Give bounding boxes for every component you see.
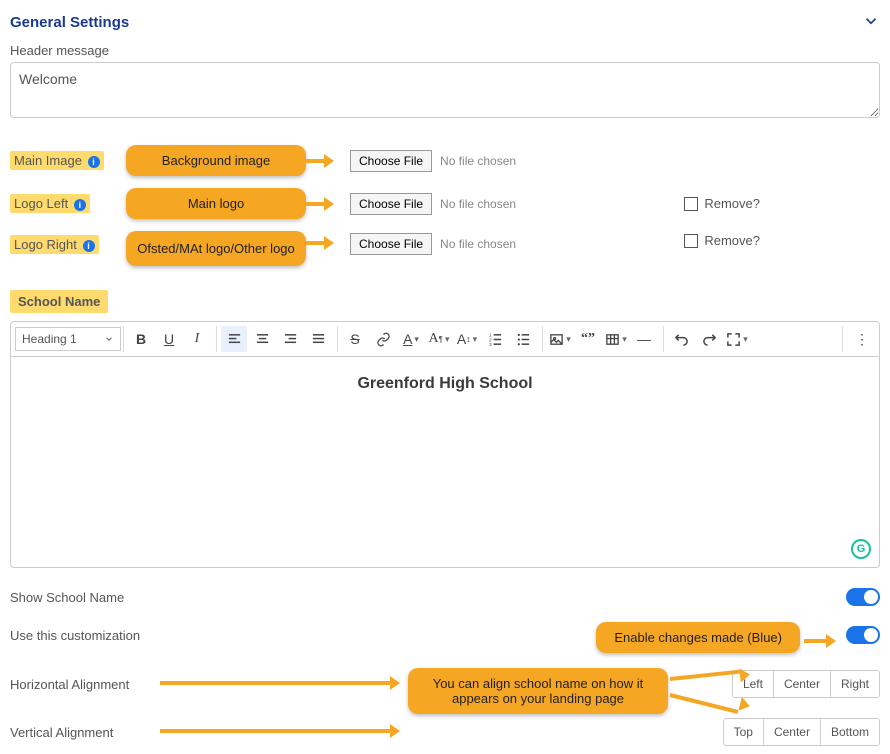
grammarly-icon[interactable]: G [851, 539, 871, 559]
callout-enable: Enable changes made (Blue) [596, 622, 800, 653]
expand-button[interactable]: ▾ [724, 326, 750, 352]
header-message-input[interactable] [10, 62, 880, 118]
section-header: General Settings [10, 8, 880, 43]
align-left-button[interactable] [221, 326, 247, 352]
heading-select[interactable]: Heading 1 [15, 327, 121, 351]
arrow-icon [306, 236, 334, 250]
more-button[interactable]: ⋮ [849, 326, 875, 352]
undo-button[interactable] [668, 326, 694, 352]
main-image-label: Main Image i [10, 151, 104, 170]
choose-file-logo-right[interactable]: Choose File [350, 233, 432, 255]
align-justify-button[interactable] [305, 326, 331, 352]
rich-text-editor: Heading 1 B U I S A▾ A¶▾ A↕▾ 123 ▾ “” ▾ [10, 321, 880, 568]
callout-other-logo: Ofsted/MAt logo/Other logo [126, 231, 306, 266]
h-align-center[interactable]: Center [773, 671, 830, 697]
v-align-center[interactable]: Center [763, 719, 820, 745]
v-align-bottom[interactable]: Bottom [820, 719, 879, 745]
show-school-name-toggle[interactable] [846, 588, 880, 606]
vertical-alignment-group: Top Center Bottom [723, 718, 880, 746]
underline-button[interactable]: U [156, 326, 182, 352]
arrow-icon [670, 688, 750, 702]
quote-button[interactable]: “” [575, 326, 601, 352]
arrow-icon [160, 676, 400, 690]
numbered-list-button[interactable]: 123 [482, 326, 508, 352]
editor-content: Greenford High School [29, 375, 861, 393]
arrow-icon [670, 672, 750, 686]
info-icon[interactable]: i [74, 199, 86, 211]
bold-button[interactable]: B [128, 326, 154, 352]
link-button[interactable] [370, 326, 396, 352]
hr-button[interactable]: ― [631, 326, 657, 352]
italic-button[interactable]: I [184, 326, 210, 352]
v-align-top[interactable]: Top [724, 719, 763, 745]
table-button[interactable]: ▾ [603, 326, 629, 352]
image-button[interactable]: ▾ [547, 326, 573, 352]
vertical-alignment-label: Vertical Alignment [10, 725, 113, 740]
bullet-list-button[interactable] [510, 326, 536, 352]
align-center-button[interactable] [249, 326, 275, 352]
collapse-icon[interactable] [862, 12, 880, 33]
strikethrough-button[interactable]: S [342, 326, 368, 352]
horizontal-alignment-group: Left Center Right [732, 670, 880, 698]
horizontal-alignment-label: Horizontal Alignment [10, 677, 129, 692]
info-icon[interactable]: i [88, 156, 100, 168]
redo-button[interactable] [696, 326, 722, 352]
remove-logo-right-checkbox[interactable] [684, 234, 698, 248]
file-status: No file chosen [440, 154, 516, 168]
remove-label: Remove? [704, 233, 760, 248]
logo-right-label: Logo Right i [10, 235, 99, 254]
font-family-button[interactable]: A¶▾ [426, 326, 452, 352]
arrow-icon [804, 634, 836, 648]
choose-file-logo-left[interactable]: Choose File [350, 193, 432, 215]
arrow-icon [306, 154, 334, 168]
remove-logo-left-checkbox[interactable] [684, 197, 698, 211]
use-customization-toggle[interactable] [846, 626, 880, 644]
svg-text:3: 3 [488, 342, 491, 347]
show-school-name-label: Show School Name [10, 590, 124, 605]
callout-main-logo: Main logo [126, 188, 306, 219]
file-status: No file chosen [440, 237, 516, 251]
editor-toolbar: Heading 1 B U I S A▾ A¶▾ A↕▾ 123 ▾ “” ▾ [11, 322, 879, 357]
align-right-button[interactable] [277, 326, 303, 352]
text-color-button[interactable]: A▾ [398, 326, 424, 352]
file-status: No file chosen [440, 197, 516, 211]
header-message-label: Header message [10, 43, 880, 58]
callout-align: You can align school name on how it appe… [408, 668, 668, 714]
logo-left-label: Logo Left i [10, 194, 90, 213]
font-size-button[interactable]: A↕▾ [454, 326, 480, 352]
h-align-right[interactable]: Right [830, 671, 879, 697]
remove-label: Remove? [704, 196, 760, 211]
school-name-label: School Name [10, 290, 108, 313]
arrow-icon [160, 724, 400, 738]
arrow-icon [306, 197, 334, 211]
callout-bg-image: Background image [126, 145, 306, 176]
editor-body[interactable]: Greenford High School G [11, 357, 879, 567]
use-customization-label: Use this customization [10, 628, 140, 643]
choose-file-main-image[interactable]: Choose File [350, 150, 432, 172]
info-icon[interactable]: i [83, 240, 95, 252]
section-title: General Settings [10, 14, 129, 31]
